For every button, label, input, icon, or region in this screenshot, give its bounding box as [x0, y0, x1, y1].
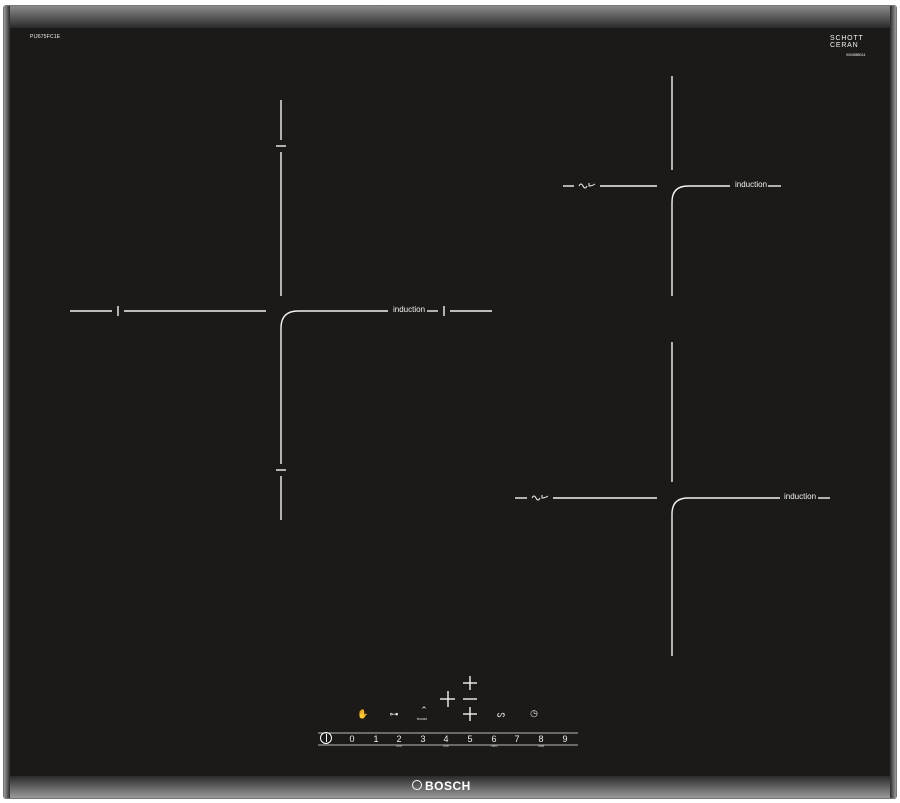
level-mark-min: min — [396, 744, 402, 748]
left-zone-corner — [280, 310, 388, 464]
wipe-protection-icon[interactable]: ✋ — [356, 710, 370, 719]
power-level-6[interactable]: 6 — [489, 734, 499, 744]
boost-label: boost — [417, 716, 427, 721]
bosch-logo-icon — [412, 780, 422, 790]
power-level-7[interactable]: 7 — [512, 734, 522, 744]
right-top-zone-label: induction — [735, 180, 768, 189]
brand-name: BOSCH — [425, 779, 471, 793]
power-level-3[interactable]: 3 — [418, 734, 428, 744]
powerboost-icon[interactable]: ⌃ — [417, 706, 431, 715]
power-icon — [325, 734, 327, 742]
model-number: PIJ675FC1E — [30, 34, 61, 40]
level-mark-low: low — [443, 744, 449, 748]
flex-wave-icon — [578, 183, 596, 189]
serial-number: 9000888014 — [846, 53, 866, 57]
zone-markings — [70, 76, 830, 746]
power-level-0[interactable]: 0 — [347, 734, 357, 744]
schott-text: SCHOTT — [830, 35, 864, 42]
power-level-9[interactable]: 9 — [560, 734, 570, 744]
right-top-zone-corner — [671, 185, 730, 296]
ceran-text: CERAN — [830, 42, 859, 49]
childlock-key-icon[interactable]: ⊶ — [387, 710, 401, 719]
timer-icon[interactable]: ◷ — [527, 709, 541, 718]
power-level-8[interactable]: 8 — [536, 734, 546, 744]
right-bottom-zone-corner — [671, 497, 780, 656]
power-level-4[interactable]: 4 — [441, 734, 451, 744]
flex-zone-icon[interactable]: ᔕ — [494, 710, 508, 719]
right-bottom-zone-label: induction — [784, 492, 817, 501]
level-mark-med: med — [490, 744, 498, 748]
power-level-1[interactable]: 1 — [371, 734, 381, 744]
power-level-2[interactable]: 2 — [394, 734, 404, 744]
schott-ceran-logo: SCHOTT CERAN — [830, 35, 864, 49]
flex-wave-icon — [531, 495, 549, 501]
level-mark-max: max — [537, 744, 545, 748]
left-zone-label: induction — [393, 305, 426, 314]
power-level-5[interactable]: 5 — [465, 734, 475, 744]
